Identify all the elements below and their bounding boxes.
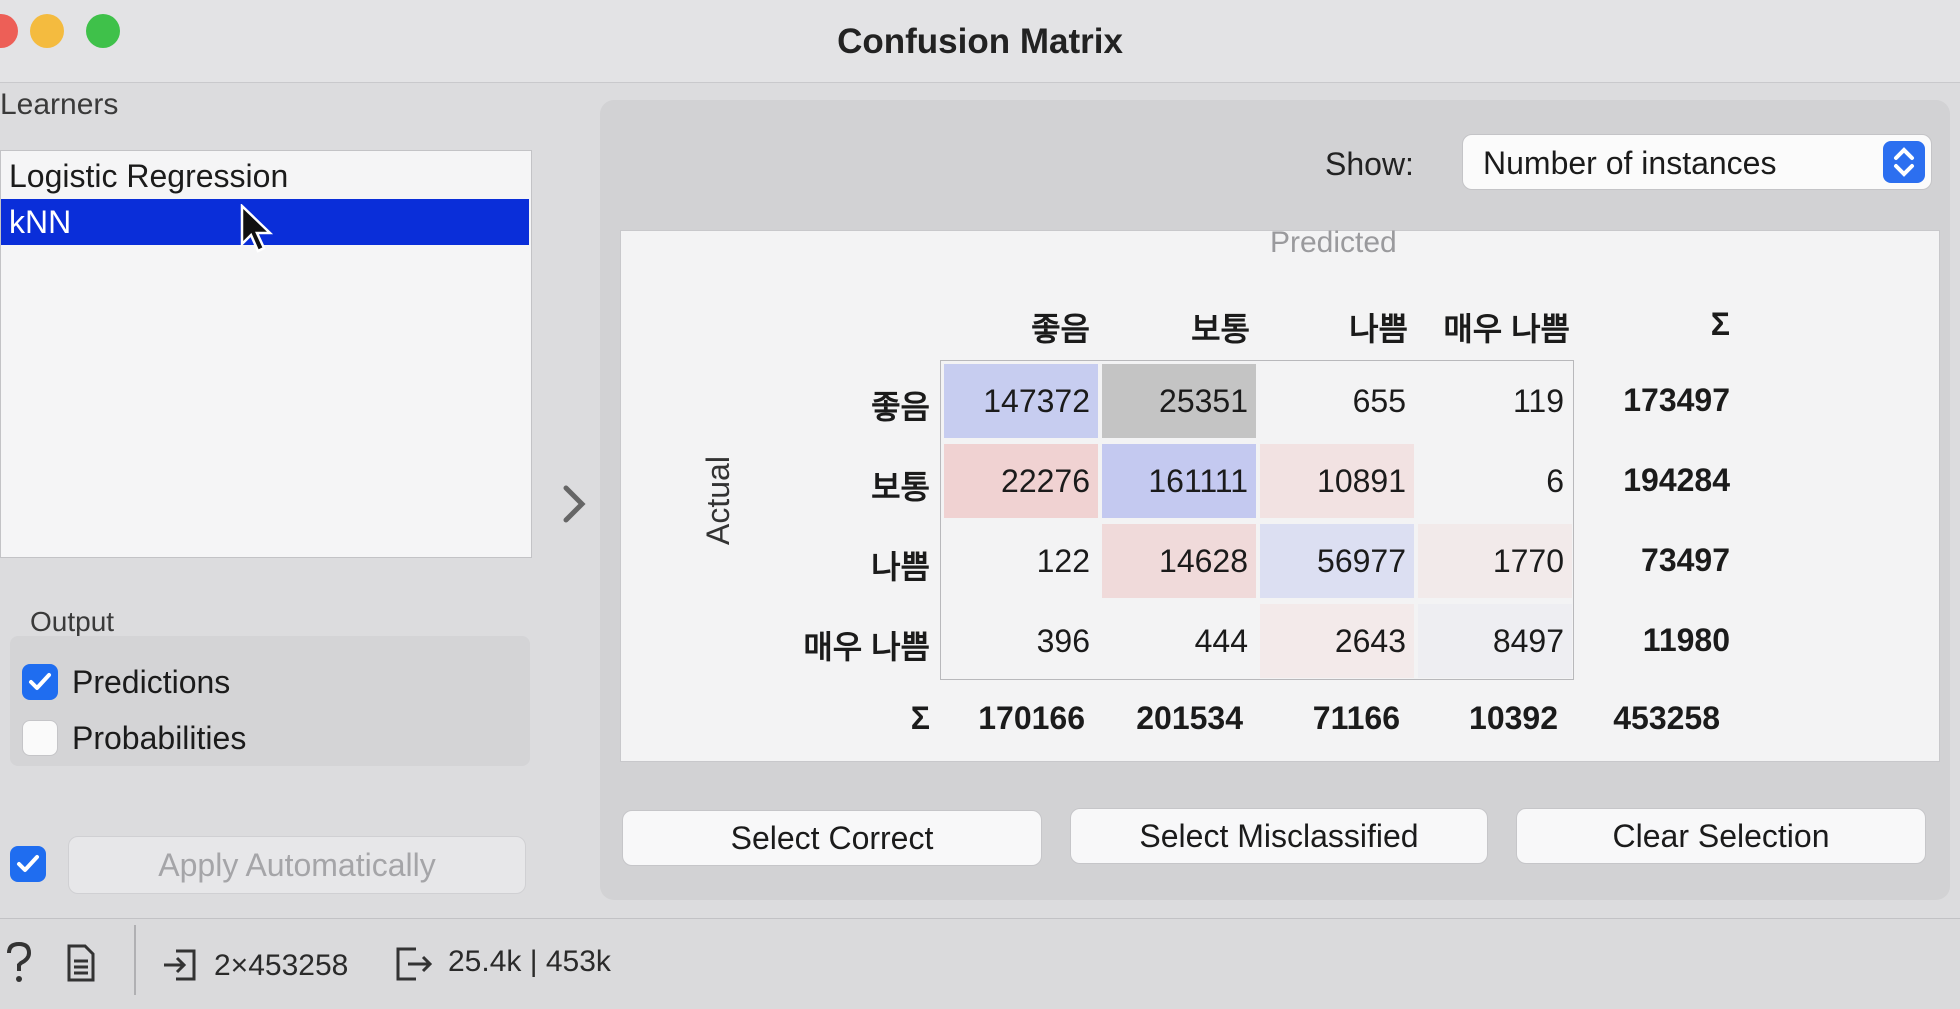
show-label: Show: — [1325, 146, 1414, 182]
predictions-checkbox[interactable] — [22, 664, 58, 700]
column-header: 나쁨 — [1349, 311, 1408, 347]
output-group: Predictions Probabilities — [10, 636, 530, 766]
matrix-cell[interactable]: 147372 — [944, 364, 1098, 438]
checkmark-icon — [17, 855, 39, 872]
matrix-cell[interactable]: 396 — [944, 604, 1098, 678]
window-title: Confusion Matrix — [837, 22, 1123, 61]
select-misclassified-button[interactable]: Select Misclassified — [1070, 808, 1488, 864]
column-header: 보통 — [1191, 311, 1250, 347]
row-header: 나쁨 — [871, 549, 930, 585]
matrix-cell[interactable]: 56977 — [1260, 524, 1414, 598]
status-divider — [134, 925, 136, 995]
probabilities-checkbox[interactable] — [22, 720, 58, 756]
status-bar: 2×453258 25.4k | 453k — [0, 918, 1960, 1009]
matrix-cell[interactable]: 10891 — [1260, 444, 1414, 518]
grand-total: 453258 — [1613, 700, 1720, 736]
matrix-cell[interactable]: 119 — [1418, 364, 1572, 438]
column-sum: 170166 — [978, 700, 1085, 736]
matrix-cell[interactable]: 161111 — [1102, 444, 1256, 518]
matrix-cell[interactable]: 8497 — [1418, 604, 1572, 678]
row-sum: 11980 — [1642, 622, 1730, 658]
report-icon[interactable] — [66, 943, 96, 988]
matrix-cell[interactable]: 444 — [1102, 604, 1256, 678]
show-dropdown[interactable]: Number of instances — [1462, 134, 1932, 190]
column-sum: 10392 — [1469, 700, 1558, 736]
matrix-cell[interactable]: 14628 — [1102, 524, 1256, 598]
learners-section-label: Learners — [0, 88, 119, 121]
matrix-cell[interactable]: 25351 — [1102, 364, 1256, 438]
row-header: 보통 — [871, 469, 930, 505]
matrix-cell[interactable]: 2643 — [1260, 604, 1414, 678]
column-header: 매우 나쁨 — [1443, 311, 1570, 347]
up-down-arrows-icon — [1883, 141, 1925, 183]
output-section-label: Output — [30, 606, 115, 637]
sum-row-header: Σ — [910, 700, 930, 736]
input-summary: 2×453258 — [214, 949, 349, 982]
output-summary: 25.4k | 453k — [448, 945, 611, 978]
learner-item-logistic-regression[interactable]: Logistic Regression — [1, 153, 529, 199]
apply-automatically-button[interactable]: Apply Automatically — [68, 836, 526, 894]
mouse-pointer-icon — [240, 203, 274, 259]
help-icon[interactable] — [4, 941, 34, 990]
row-sum: 173497 — [1623, 382, 1730, 418]
predictions-label: Predictions — [72, 664, 231, 700]
column-header: 좋음 — [1031, 311, 1090, 347]
actual-axis-label: Actual — [700, 456, 736, 545]
matrix-cell[interactable]: 22276 — [944, 444, 1098, 518]
title-bar: Confusion Matrix — [0, 0, 1960, 83]
input-data-icon — [162, 947, 198, 988]
probabilities-label: Probabilities — [72, 720, 247, 756]
checkmark-icon — [29, 673, 51, 690]
show-dropdown-value: Number of instances — [1483, 145, 1777, 181]
matrix-cell[interactable]: 1770 — [1418, 524, 1572, 598]
row-header: 매우 나쁨 — [803, 629, 930, 665]
clear-selection-button[interactable]: Clear Selection — [1516, 808, 1926, 864]
row-header: 좋음 — [871, 389, 930, 425]
select-correct-button[interactable]: Select Correct — [622, 810, 1042, 866]
predicted-axis-label: Predicted — [1270, 226, 1397, 259]
matrix-cell[interactable]: 122 — [944, 524, 1098, 598]
output-data-icon — [394, 945, 434, 988]
column-sum: 71166 — [1312, 700, 1400, 736]
column-sum: 201534 — [1136, 700, 1243, 736]
row-sum: 73497 — [1641, 542, 1730, 578]
matrix-cell[interactable]: 6 — [1418, 444, 1572, 518]
row-sum: 194284 — [1623, 462, 1730, 498]
chevron-right-icon[interactable] — [560, 484, 590, 534]
matrix-cell[interactable]: 655 — [1260, 364, 1414, 438]
sum-column-header: Σ — [1710, 306, 1730, 342]
apply-automatically-checkbox[interactable] — [10, 846, 46, 882]
